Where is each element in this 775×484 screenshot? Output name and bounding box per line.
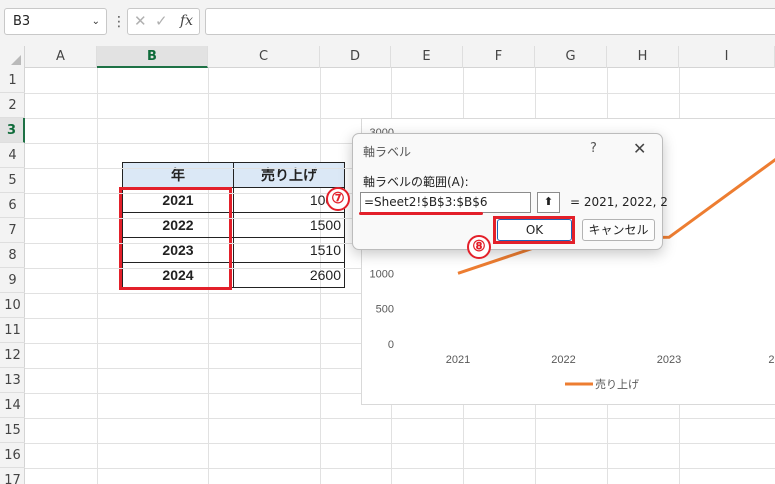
x-tick-label: 20 — [768, 354, 775, 366]
x-tick-label: 2021 — [446, 354, 470, 366]
check-icon[interactable]: ✓ — [155, 12, 168, 30]
column-header-i[interactable]: I — [679, 46, 775, 68]
close-icon[interactable]: ✕ — [633, 139, 646, 158]
header-year-cell[interactable]: 年 — [122, 162, 234, 188]
axis-range-input[interactable]: =Sheet2!$B$3:$B$6 — [360, 192, 531, 213]
ok-button-highlight — [493, 216, 575, 244]
collapse-dialog-button[interactable]: ⬆ — [537, 192, 560, 213]
row-header-11[interactable]: 11 — [0, 318, 25, 343]
y-tick-label: 1000 — [370, 268, 394, 280]
row-header-13[interactable]: 13 — [0, 368, 25, 393]
select-all-corner[interactable] — [0, 46, 25, 68]
row-header-14[interactable]: 14 — [0, 393, 25, 418]
column-header-e[interactable]: E — [391, 46, 463, 68]
row-header-2[interactable]: 2 — [0, 93, 25, 118]
column-headers: ABCDEFGHI — [0, 46, 775, 68]
column-header-h[interactable]: H — [607, 46, 679, 68]
sales-cell[interactable]: 1500 — [233, 212, 345, 238]
insert-function-icon[interactable]: fx — [180, 13, 193, 29]
chevron-down-icon[interactable]: ⌄ — [92, 9, 100, 34]
column-header-d[interactable]: D — [320, 46, 391, 68]
dialog-title: 軸ラベル — [363, 145, 412, 159]
row-header-10[interactable]: 10 — [0, 293, 25, 318]
step-8-badge: ⑧ — [467, 235, 491, 259]
column-header-a[interactable]: A — [25, 46, 97, 68]
row-header-17[interactable]: 17 — [0, 468, 25, 484]
row-header-12[interactable]: 12 — [0, 343, 25, 368]
row-gridline — [25, 443, 775, 444]
more-options-icon[interactable]: ⋮ — [112, 12, 126, 32]
x-tick-label: 2022 — [551, 354, 575, 366]
row-gridline — [25, 468, 775, 469]
name-box-value: B3 — [13, 14, 31, 29]
row-header-5[interactable]: 5 — [0, 168, 25, 193]
column-gridline — [97, 68, 98, 484]
step-7-badge: ⑦ — [326, 187, 350, 211]
range-underline-highlight — [359, 212, 483, 215]
sales-cell[interactable]: 1510 — [233, 237, 345, 263]
table-header-row: 年 売り上げ — [122, 162, 345, 188]
row-header-7[interactable]: 7 — [0, 218, 25, 243]
row-header-3[interactable]: 3 — [0, 118, 25, 143]
row-headers: 1 2 3 4 5 6 7 8 9 10 11 12 13 14 15 16 17 — [0, 68, 25, 484]
range-label: 軸ラベルの範囲(A): — [363, 175, 469, 189]
axis-label-dialog: 軸ラベル ? ✕ 軸ラベルの範囲(A): =Sheet2!$B$3:$B$6 ⬆… — [352, 133, 668, 250]
x-tick-label: 2023 — [657, 354, 681, 366]
row-header-6[interactable]: 6 — [0, 193, 25, 218]
row-header-4[interactable]: 4 — [0, 143, 25, 168]
row-header-8[interactable]: 8 — [0, 243, 25, 268]
column-header-b[interactable]: B — [97, 46, 208, 68]
column-header-f[interactable]: F — [463, 46, 535, 68]
help-icon[interactable]: ? — [590, 141, 597, 156]
row-header-15[interactable]: 15 — [0, 418, 25, 443]
column-header-c[interactable]: C — [208, 46, 320, 68]
formula-bar: B3 ⌄ ⋮ ✕ ✓ fx — [0, 0, 775, 46]
cancel-button[interactable]: キャンセル — [582, 219, 655, 241]
range-preview: = 2021, 2022, 2 — [570, 195, 668, 209]
name-box[interactable]: B3 ⌄ — [4, 8, 107, 35]
cancel-icon[interactable]: ✕ — [134, 12, 147, 30]
year-range-highlight — [119, 187, 232, 290]
legend-label: 売り上げ — [595, 378, 639, 391]
header-sales-cell[interactable]: 売り上げ — [233, 162, 345, 188]
formula-buttons: ✕ ✓ fx — [127, 8, 200, 35]
y-tick-label: 500 — [376, 304, 394, 316]
formula-input[interactable] — [205, 8, 775, 35]
y-tick-label: 0 — [388, 339, 394, 351]
column-header-g[interactable]: G — [535, 46, 607, 68]
row-gridline — [25, 93, 775, 94]
row-header-1[interactable]: 1 — [0, 68, 25, 93]
sales-cell[interactable]: 2600 — [233, 262, 345, 288]
row-gridline — [25, 418, 775, 419]
row-header-9[interactable]: 9 — [0, 268, 25, 293]
row-header-16[interactable]: 16 — [0, 443, 25, 468]
